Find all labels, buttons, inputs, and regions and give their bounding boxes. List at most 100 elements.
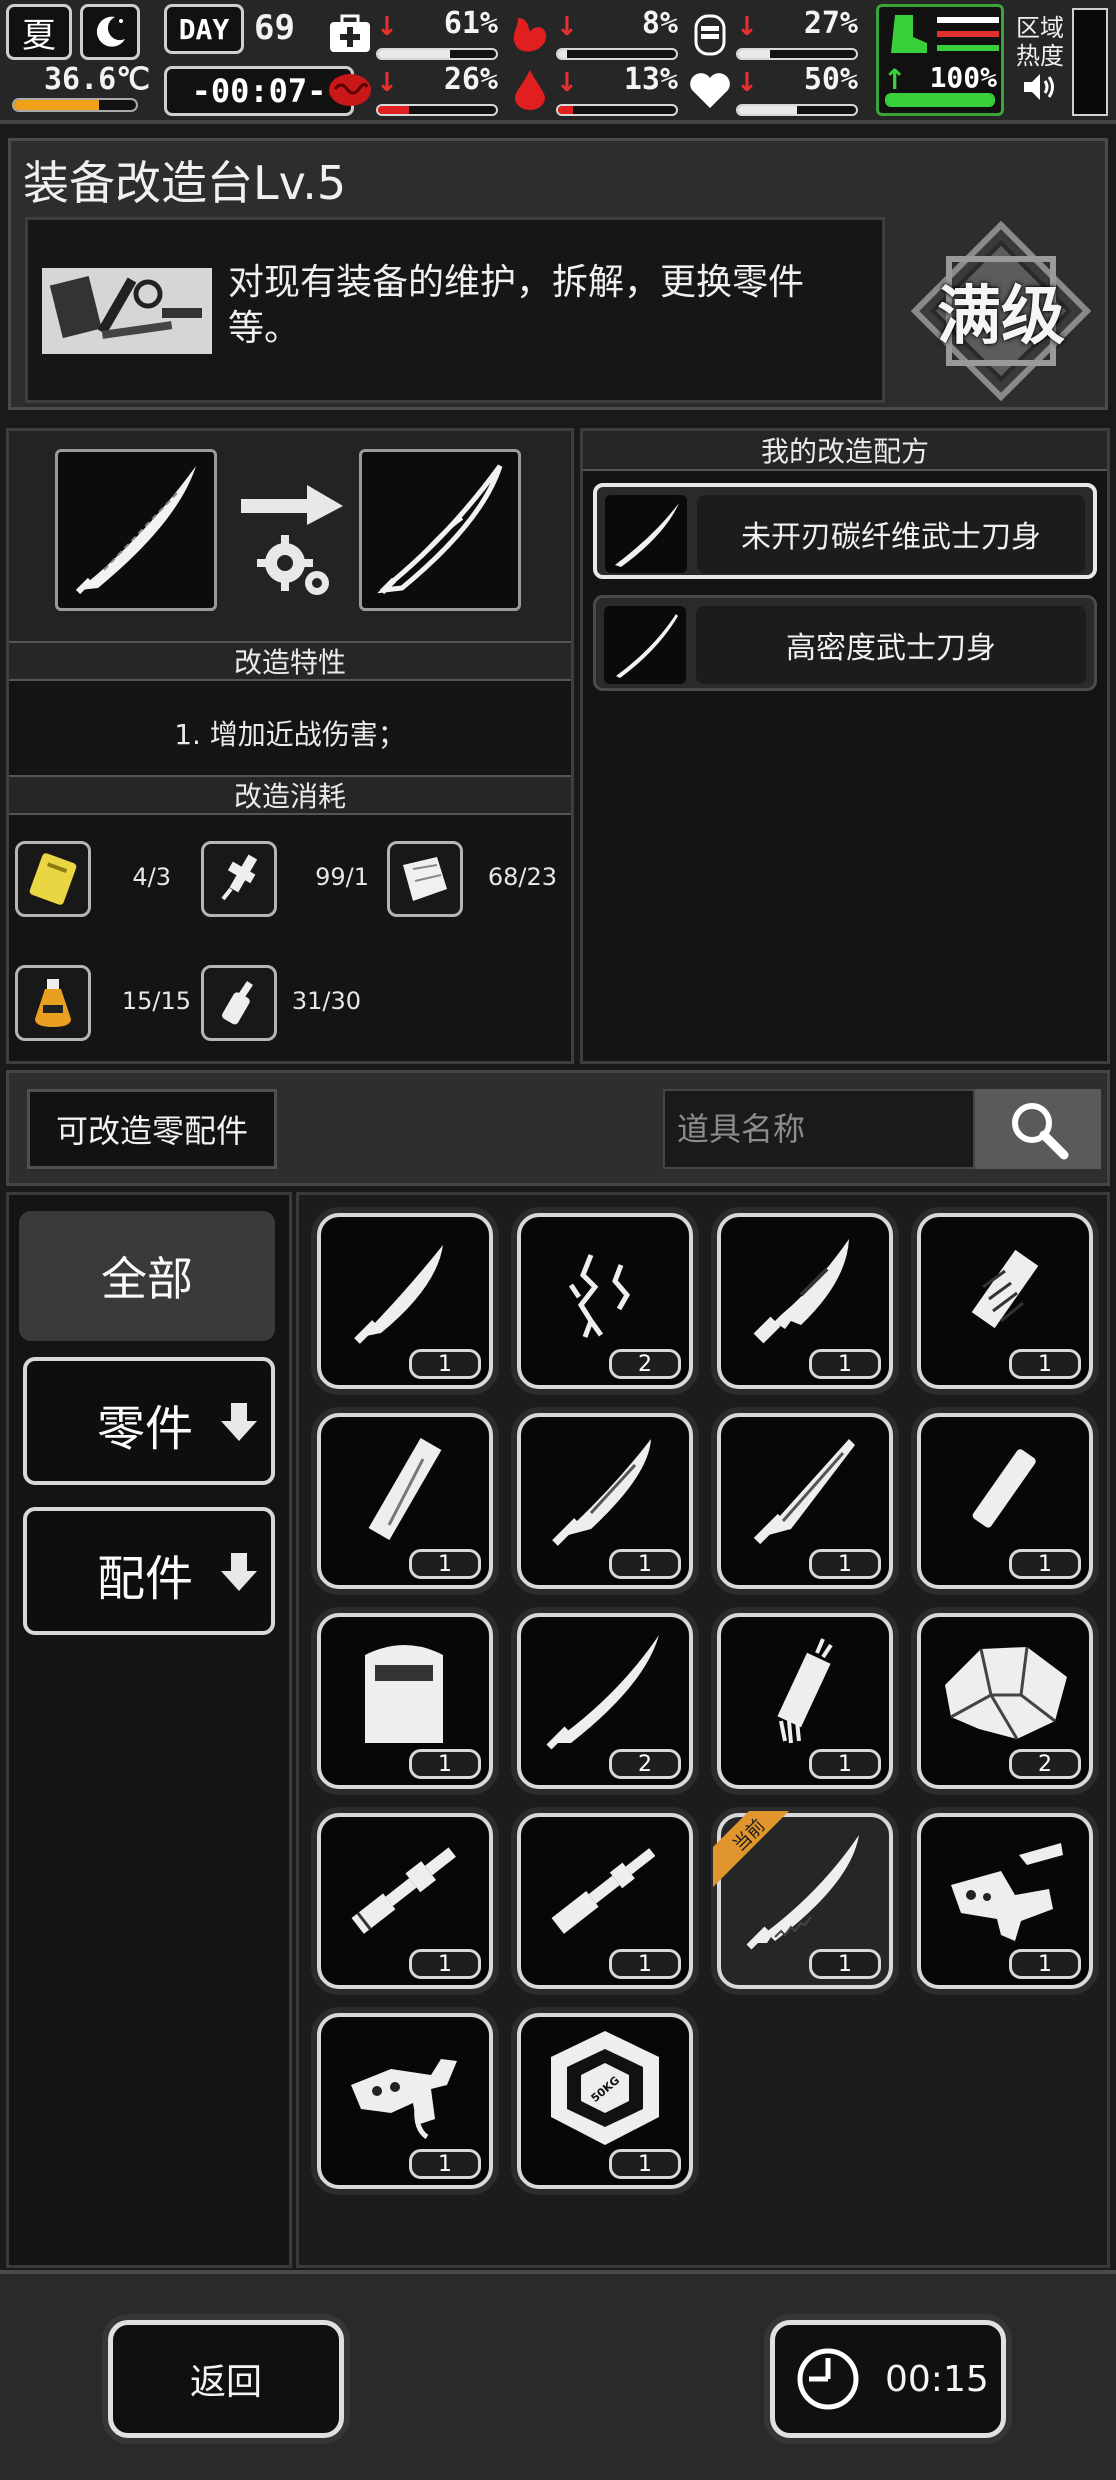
gun-receiver-icon [951,1843,1063,1941]
cost-value: 4/3 [132,863,171,891]
tab-all[interactable]: 全部 [19,1211,275,1341]
inventory-item[interactable]: 50KG 1 [517,2013,693,2189]
gears-icon [255,531,335,601]
glue-bottle-icon [201,965,277,1041]
brain-icon [326,66,374,114]
inventory-item[interactable]: 1 [517,1413,693,1589]
mood-stat: ↓ 50% [686,62,862,118]
inventory-item[interactable]: 1 [317,1213,493,1389]
inventory-item[interactable]: 1 [717,1413,893,1589]
tab-parts[interactable]: 零件 [23,1357,275,1485]
katana-blade-icon [604,606,686,684]
inventory-item[interactable]: 1 [917,1213,1093,1389]
item-quantity: 1 [409,1949,481,1979]
workbench-tools-image [42,268,212,354]
stamina-bar-fill [887,95,993,105]
cost-item[interactable]: 68/23 [387,841,567,917]
inventory-item-current[interactable]: 当前 1 [713,1811,893,1989]
recipe-item[interactable]: 未开刃碳纤维武士刀身 [593,483,1097,579]
water-drop-icon [506,66,554,114]
health-down-arrow-icon: ↓ [376,12,398,42]
medkit-icon [326,10,374,58]
stamina-up-arrow-icon: ↑ [883,63,907,96]
inventory-item[interactable]: 1 [917,1813,1093,1989]
machete-blade-icon [552,1439,651,1546]
item-quantity: 1 [809,1349,881,1379]
suppressor-icon [351,1847,456,1934]
infection-bar-fill [378,106,409,114]
inventory-item[interactable]: 2 [517,1613,693,1789]
cost-heading: 改造消耗 [9,775,571,815]
back-button[interactable]: 返回 [108,2320,344,2438]
stamina-lines-icon [937,15,999,55]
category-sidebar: 全部 零件 配件 [6,1192,292,2268]
inventory-item[interactable]: 1 [317,1613,493,1789]
bottom-bar: 返回 00:15 [0,2270,1116,2480]
inventory-item[interactable]: 1 [317,2013,493,2189]
health-stat: ↓ 61% [326,6,502,62]
modifiable-parts-label: 可改造零配件 [27,1089,277,1169]
cost-heading-label: 改造消耗 [233,780,346,813]
max-level-label: 满级 [937,280,1065,354]
inventory-item[interactable]: 2 [917,1613,1093,1789]
source-item-slot[interactable] [55,449,217,611]
recipe-label: 高密度武士刀身 [696,606,1086,684]
cost-item[interactable]: 99/1 [201,841,381,917]
cost-item[interactable]: 31/30 [201,965,381,1041]
traits-heading: 改造特性 [9,641,571,681]
night-moon-icon [80,4,140,60]
heart-icon [686,66,734,114]
current-tag-icon: 当前 [713,1811,789,1887]
timer-button[interactable]: 00:15 [770,2320,1006,2438]
inventory-item[interactable]: 1 [717,1613,893,1789]
cloth-icon [387,841,463,917]
thirst-bar-fill [558,106,574,114]
transform-arrow-icon [237,485,347,525]
thirst-down-arrow-icon: ↓ [556,68,578,98]
item-quantity: 1 [809,1749,881,1779]
thirst-stat: ↓ 13% [506,62,682,118]
zone-heat-label-line-2: 热度 [1016,42,1064,70]
inventory-item[interactable]: 1 [317,1413,493,1589]
arrow-down-icon [221,1551,257,1593]
inventory-item[interactable]: 1 [717,1213,893,1389]
item-quantity: 1 [609,1949,681,1979]
zone-heat-label-line-1: 区域 [1016,14,1064,42]
recipe-item[interactable]: 高密度武士刀身 [593,595,1097,691]
inventory-item[interactable]: 1 [317,1813,493,1989]
item-name-search-input[interactable] [663,1089,975,1169]
thirst-bar [556,104,678,116]
inventory-item[interactable]: 1 [517,1813,693,1989]
status-bar: 夏 36.6℃ DAY 69 -00:07- ↓ 61% ↓ 8% ↓ 27% … [0,0,1116,124]
cost-value: 99/1 [315,863,369,891]
health-percent: 61% [443,6,498,41]
recipe-heading-label: 我的改造配方 [760,435,929,468]
energy-down-arrow-icon: ↓ [736,12,758,42]
hunger-percent: 8% [641,6,678,41]
cost-item[interactable]: 15/15 [15,965,195,1041]
workbench-description: 对现有装备的维护，拆解，更换零件等。 [228,262,805,349]
speaker-icon[interactable] [1022,70,1058,104]
inventory-item[interactable]: 1 [917,1413,1093,1589]
tab-accessories[interactable]: 配件 [23,1507,275,1635]
temperature-bar [12,98,138,112]
infection-stat: ↓ 26% [326,62,502,118]
hunger-down-arrow-icon: ↓ [556,12,578,42]
item-quantity: 2 [609,1349,681,1379]
short-bar-icon [972,1449,1036,1528]
trait-text: 1. 增加近战伤害； [174,718,406,751]
inventory-item[interactable]: 2 [517,1213,693,1389]
gold-plate-icon [15,841,91,917]
cost-item[interactable]: 4/3 [15,841,195,917]
description-box: 对现有装备的维护，拆解，更换零件等。 [25,217,885,403]
search-button[interactable] [975,1089,1101,1169]
back-button-label: 返回 [189,2362,262,2403]
stamina-panel: ↑ 100% [876,4,1004,116]
item-quantity: 1 [409,2149,481,2179]
item-quantity: 1 [409,1749,481,1779]
result-item-slot[interactable] [359,449,521,611]
item-quantity: 1 [1009,1549,1081,1579]
recipe-heading: 我的改造配方 [583,431,1107,471]
health-bar [376,48,498,60]
katana-blade-icon [75,466,196,595]
